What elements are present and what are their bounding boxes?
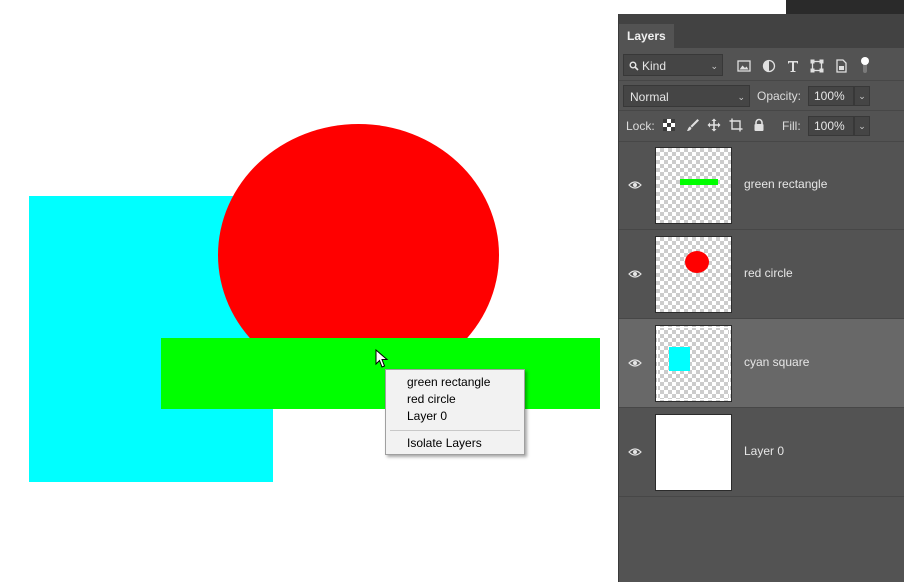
layer-row-cyan-square[interactable]: cyan square xyxy=(619,319,904,408)
tab-layers[interactable]: Layers xyxy=(619,24,674,48)
visibility-eye-icon[interactable] xyxy=(628,180,642,190)
blend-mode-value: Normal xyxy=(630,90,669,104)
filter-kind-label: Kind xyxy=(642,59,667,73)
visibility-eye-icon[interactable] xyxy=(628,358,642,368)
pixel-filter-icon[interactable] xyxy=(737,59,751,73)
fill-dropdown-button[interactable]: ⌄ xyxy=(854,116,870,136)
layer-select-context-menu: green rectangle red circle Layer 0 Isola… xyxy=(385,369,525,455)
blend-mode-row: Normal ⌄ Opacity: 100% ⌄ xyxy=(619,80,904,111)
visibility-eye-icon[interactable] xyxy=(628,447,642,457)
chevron-down-icon: ⌄ xyxy=(858,91,866,101)
search-icon xyxy=(629,61,639,71)
fill-input[interactable]: 100% xyxy=(808,116,854,136)
chevron-down-icon: ⌄ xyxy=(710,61,718,71)
filter-toggle-icon[interactable] xyxy=(860,55,870,75)
thumbnail-red-circle xyxy=(685,251,709,273)
context-menu-divider xyxy=(390,430,520,431)
document-canvas[interactable]: green rectangle red circle Layer 0 Isola… xyxy=(0,0,618,582)
lock-position-icon[interactable] xyxy=(707,118,721,132)
opacity-label: Opacity: xyxy=(757,89,802,103)
layer-thumbnail xyxy=(655,325,732,402)
lock-image-icon[interactable] xyxy=(686,118,700,132)
smart-object-filter-icon[interactable] xyxy=(834,59,848,73)
chevron-down-icon: ⌄ xyxy=(858,121,866,131)
chevron-down-icon: ⌄ xyxy=(737,92,745,102)
adjustment-filter-icon[interactable] xyxy=(762,59,776,73)
thumbnail-green-rectangle xyxy=(680,179,718,185)
blend-mode-dropdown[interactable]: Normal ⌄ xyxy=(623,85,750,107)
layer-thumbnail xyxy=(655,414,732,491)
opacity-input[interactable]: 100% xyxy=(808,86,854,106)
lock-label: Lock: xyxy=(626,119,655,133)
layer-name: red circle xyxy=(744,266,793,280)
lock-transparent-icon[interactable] xyxy=(662,118,676,132)
context-menu-item-layer-0[interactable]: Layer 0 xyxy=(386,408,524,425)
layer-thumbnail xyxy=(655,147,732,224)
shape-filter-icon[interactable] xyxy=(810,59,824,73)
visibility-eye-icon[interactable] xyxy=(628,269,642,279)
panel-tab-bar: Layers xyxy=(619,14,904,48)
type-filter-icon[interactable] xyxy=(786,59,800,73)
layer-thumbnail xyxy=(655,236,732,313)
lock-all-icon[interactable] xyxy=(752,118,766,132)
context-menu-item-isolate-layers[interactable]: Isolate Layers xyxy=(386,435,524,452)
layer-row-green-rectangle[interactable]: green rectangle xyxy=(619,141,904,230)
thumbnail-cyan-square xyxy=(669,347,690,371)
top-dark-strip xyxy=(786,0,904,14)
lock-row: Lock: Fill: 100% ⌄ xyxy=(619,110,904,142)
layers-panel: Layers Kind ⌄ Normal ⌄ Opacity: 100% ⌄ L… xyxy=(618,14,904,582)
lock-artboard-icon[interactable] xyxy=(729,118,743,132)
opacity-dropdown-button[interactable]: ⌄ xyxy=(854,86,870,106)
filter-kind-dropdown[interactable]: Kind ⌄ xyxy=(623,54,723,76)
layer-name: Layer 0 xyxy=(744,444,785,458)
fill-label: Fill: xyxy=(782,119,801,133)
layer-row-layer-0[interactable]: Layer 0 xyxy=(619,408,904,497)
layer-filter-row: Kind ⌄ xyxy=(619,50,904,80)
context-menu-item-green-rectangle[interactable]: green rectangle xyxy=(386,374,524,391)
arrow-cursor-icon xyxy=(375,349,389,368)
context-menu-item-red-circle[interactable]: red circle xyxy=(386,391,524,408)
layer-name: green rectangle xyxy=(744,177,828,191)
layer-row-red-circle[interactable]: red circle xyxy=(619,230,904,319)
layer-name: cyan square xyxy=(744,355,810,369)
